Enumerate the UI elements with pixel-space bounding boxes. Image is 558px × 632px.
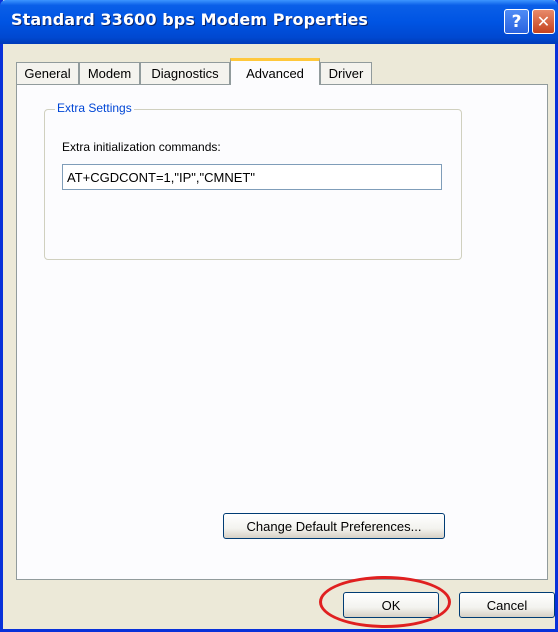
extra-settings-group: Extra Settings Extra initialization comm… xyxy=(44,101,462,260)
help-icon: ? xyxy=(511,11,522,32)
title-bar[interactable]: Standard 33600 bps Modem Properties ? ✕ xyxy=(0,0,558,44)
tab-diagnostics[interactable]: Diagnostics xyxy=(140,62,230,84)
properties-dialog: Standard 33600 bps Modem Properties ? ✕ … xyxy=(0,0,558,632)
window-title: Standard 33600 bps Modem Properties xyxy=(11,10,369,29)
close-icon: ✕ xyxy=(536,12,551,31)
extra-init-commands-input[interactable] xyxy=(62,164,442,190)
ok-button[interactable]: OK xyxy=(343,592,439,618)
help-button[interactable]: ? xyxy=(504,9,529,34)
extra-settings-group-label: Extra Settings xyxy=(55,101,134,115)
cancel-button[interactable]: Cancel xyxy=(459,592,555,618)
tab-driver[interactable]: Driver xyxy=(320,62,372,84)
extra-init-commands-label: Extra initialization commands: xyxy=(62,140,221,154)
tab-modem[interactable]: Modem xyxy=(79,62,140,84)
tab-advanced[interactable]: Advanced xyxy=(230,58,320,85)
close-button[interactable]: ✕ xyxy=(532,9,555,34)
tab-general[interactable]: General xyxy=(16,62,79,84)
advanced-tab-panel: Extra Settings Extra initialization comm… xyxy=(16,84,548,580)
change-default-preferences-button[interactable]: Change Default Preferences... xyxy=(223,513,445,539)
